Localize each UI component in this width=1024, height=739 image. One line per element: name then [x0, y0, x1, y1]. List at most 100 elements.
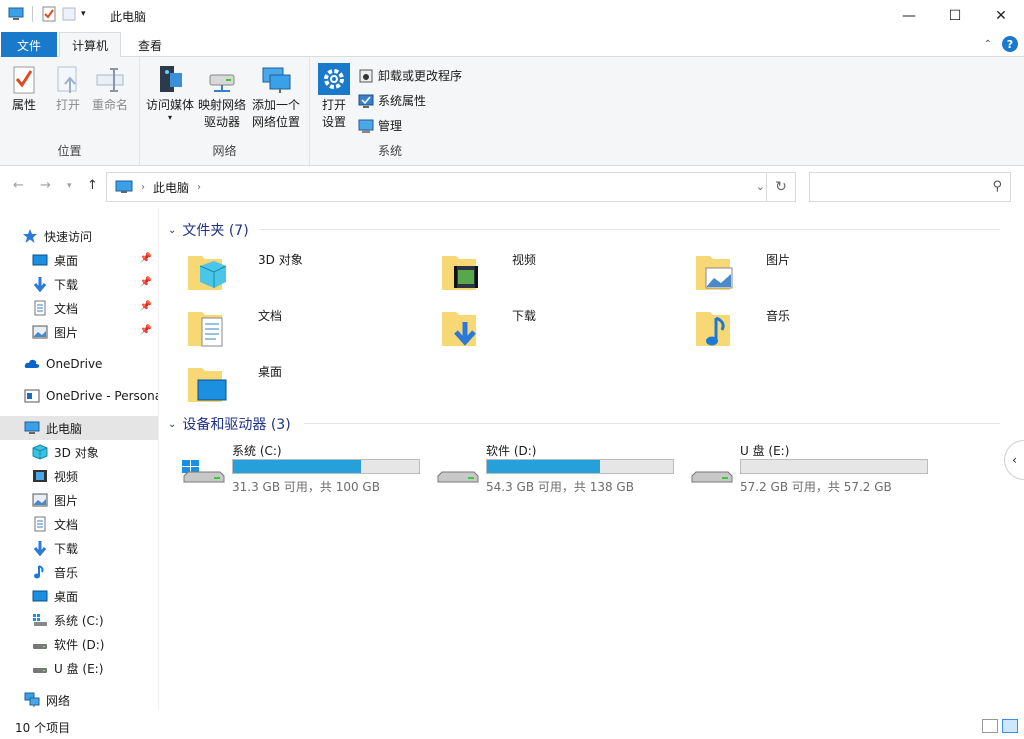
- settings-gear-icon: [318, 63, 350, 95]
- new-folder-icon[interactable]: [61, 6, 77, 22]
- breadcrumb-this-pc[interactable]: 此电脑: [153, 179, 189, 196]
- uninstall-programs-button[interactable]: 卸载或更改程序: [358, 67, 462, 84]
- drive-d[interactable]: 软件 (D:) 54.3 GB 可用，共 138 GB: [434, 442, 684, 494]
- add-location-label-2: 网络位置: [252, 115, 301, 129]
- tab-file[interactable]: 文件: [1, 32, 57, 57]
- customize-dropdown-icon[interactable]: ▾: [81, 9, 86, 19]
- network-drive-icon: [209, 74, 235, 92]
- map-network-drive-button[interactable]: 映射网络 驱动器: [198, 63, 246, 131]
- sidebar-item-music[interactable]: 音乐: [0, 560, 158, 584]
- folder-downloads-icon: [442, 312, 476, 346]
- ribbon: 属性 打开 重命名 位置 访问媒体 ▾ 映射网络 驱动器 添加一个 网络位置 网…: [0, 57, 1024, 166]
- drive-size: 31.3 GB 可用，共 100 GB: [232, 480, 380, 494]
- search-box[interactable]: ⚲: [809, 172, 1011, 202]
- folder-3d-objects[interactable]: 3D 对象: [186, 248, 436, 300]
- pin-icon: 📌: [139, 277, 152, 288]
- sidebar-item-drive-d[interactable]: 软件 (D:): [0, 632, 158, 656]
- navigation-pane: 快速访问 桌面 📌 下载 📌 文档 📌 图片 📌 OneDrive OneDri…: [0, 208, 158, 711]
- large-icons-view-icon[interactable]: [1002, 719, 1018, 733]
- sidebar-item-downloads-pinned[interactable]: 下载 📌: [0, 272, 158, 296]
- uninstall-label: 卸载或更改程序: [378, 69, 463, 83]
- drive-usage-bar: [486, 459, 674, 474]
- details-view-icon[interactable]: [982, 719, 998, 733]
- sidebar-item-pictures-pinned[interactable]: 图片 📌: [0, 320, 158, 344]
- open-settings-button[interactable]: 打开 设置: [318, 63, 350, 131]
- sidebar-item-downloads[interactable]: 下载: [0, 536, 158, 560]
- download-icon: [33, 541, 47, 556]
- folders-section-header[interactable]: ⌄ 文件夹 (7): [168, 220, 249, 240]
- pane-divider[interactable]: [158, 208, 159, 711]
- folder-name: 图片: [766, 253, 791, 267]
- sidebar-item-drive-c[interactable]: 系统 (C:): [0, 608, 158, 632]
- forward-arrow-icon[interactable]: →: [40, 178, 51, 193]
- rename-button[interactable]: 重命名: [92, 63, 128, 114]
- up-arrow-icon[interactable]: ↑: [87, 178, 98, 193]
- rename-label: 重命名: [92, 98, 129, 112]
- folder-pictures[interactable]: 图片: [694, 248, 944, 300]
- address-bar[interactable]: › 此电脑 › ⌄ ↻: [106, 172, 796, 202]
- folder-desktop[interactable]: 桌面: [186, 360, 436, 412]
- tab-view[interactable]: 查看: [124, 32, 176, 57]
- back-arrow-icon[interactable]: ←: [13, 178, 24, 193]
- sidebar-item-network[interactable]: 网络: [0, 688, 158, 711]
- sidebar-label: 视频: [54, 469, 79, 484]
- preview-pane-toggle[interactable]: ‹: [1004, 440, 1024, 480]
- drive-name: 系统 (C:): [232, 444, 282, 458]
- sidebar-item-drive-e[interactable]: U 盘 (E:): [0, 656, 158, 680]
- system-group: 打开 设置 卸载或更改程序 系统属性 管理 系统: [310, 57, 470, 165]
- folder-documents-icon: [188, 312, 223, 347]
- section-divider: [260, 229, 1000, 230]
- breadcrumb-chevron-icon[interactable]: ›: [197, 182, 201, 193]
- sidebar-label: 文档: [54, 517, 79, 532]
- folder-documents[interactable]: 文档: [186, 304, 436, 356]
- close-icon: ✕: [995, 7, 1007, 24]
- address-history-dropdown-icon[interactable]: ⌄: [756, 180, 765, 193]
- refresh-button[interactable]: ↻: [766, 173, 795, 201]
- tab-computer[interactable]: 计算机: [59, 32, 121, 58]
- status-bar: 10 个项目: [0, 711, 1024, 739]
- open-button[interactable]: 打开: [52, 63, 84, 114]
- sidebar-item-desktop[interactable]: 桌面: [0, 584, 158, 608]
- sidebar-item-this-pc[interactable]: 此电脑: [0, 416, 158, 440]
- manage-button[interactable]: 管理: [358, 117, 402, 134]
- sidebar-item-documents[interactable]: 文档: [0, 512, 158, 536]
- properties-label: 属性: [11, 98, 36, 112]
- minimize-button[interactable]: —: [886, 0, 932, 31]
- refresh-icon: ↻: [775, 179, 787, 195]
- drive-usage-bar: [232, 459, 420, 474]
- document-icon: [34, 516, 46, 532]
- system-properties-button[interactable]: 系统属性: [358, 92, 426, 109]
- folder-name: 文档: [258, 309, 283, 323]
- film-icon: [33, 470, 47, 482]
- sidebar-item-desktop-pinned[interactable]: 桌面 📌: [0, 248, 158, 272]
- sidebar-item-onedrive-personal[interactable]: OneDrive - Persona: [0, 384, 158, 408]
- maximize-button[interactable]: ☐: [932, 0, 978, 31]
- sidebar-item-onedrive[interactable]: OneDrive: [0, 352, 158, 376]
- hard-drive-icon: [33, 644, 47, 649]
- close-button[interactable]: ✕: [978, 0, 1024, 31]
- drive-c[interactable]: 系统 (C:) 31.3 GB 可用，共 100 GB: [180, 442, 430, 494]
- folder-videos[interactable]: 视频: [440, 248, 690, 300]
- breadcrumb-chevron-icon[interactable]: ›: [141, 182, 145, 193]
- properties-icon[interactable]: [41, 6, 57, 22]
- drive-usage-fill: [233, 460, 361, 473]
- collapse-ribbon-icon[interactable]: ⌃: [984, 39, 992, 50]
- sidebar-item-documents-pinned[interactable]: 文档 📌: [0, 296, 158, 320]
- folder-downloads[interactable]: 下载: [440, 304, 690, 356]
- sidebar-item-3d-objects[interactable]: 3D 对象: [0, 440, 158, 464]
- sidebar-item-quick-access[interactable]: 快速访问: [0, 224, 158, 248]
- access-media-button[interactable]: 访问媒体 ▾: [146, 63, 194, 122]
- drive-e[interactable]: U 盘 (E:) 57.2 GB 可用，共 57.2 GB: [688, 442, 938, 494]
- help-icon[interactable]: ?: [1002, 36, 1018, 52]
- this-pc-icon: [115, 180, 133, 193]
- add-network-location-button[interactable]: 添加一个 网络位置: [252, 63, 300, 131]
- sidebar-label-quick-access: 快速访问: [44, 229, 93, 244]
- sidebar-item-pictures[interactable]: 图片: [0, 488, 158, 512]
- open-icon: [57, 66, 77, 93]
- recent-locations-dropdown-icon[interactable]: ▾: [67, 181, 72, 191]
- folder-music[interactable]: 音乐: [694, 304, 944, 356]
- computer-icon[interactable]: [8, 6, 24, 22]
- sidebar-item-videos[interactable]: 视频: [0, 464, 158, 488]
- properties-button[interactable]: 属性: [8, 63, 40, 114]
- drives-section-header[interactable]: ⌄ 设备和驱动器 (3): [168, 414, 291, 434]
